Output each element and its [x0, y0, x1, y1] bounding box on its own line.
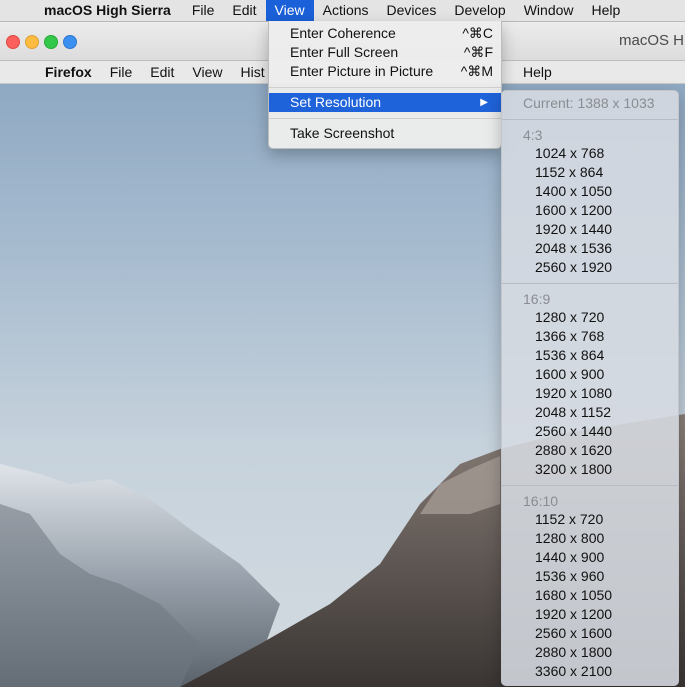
host-menubar: macOS High Sierra File Edit View Actions… — [0, 0, 685, 22]
close-button[interactable] — [6, 35, 20, 49]
host-menu-edit[interactable]: Edit — [223, 0, 265, 21]
resolution-option[interactable]: 1280 x 800 — [535, 529, 604, 548]
host-menu-window[interactable]: Window — [515, 0, 583, 21]
enter-full-screen-item[interactable]: Enter Full Screen ^⌘F — [269, 43, 501, 62]
resolution-option[interactable]: 1680 x 1050 — [535, 586, 612, 605]
guest-menu-file[interactable]: File — [101, 64, 142, 80]
resolution-option[interactable]: 2880 x 1620 — [535, 441, 612, 460]
resolution-option[interactable]: 1536 x 960 — [535, 567, 604, 586]
resolution-option[interactable]: 1920 x 1440 — [535, 220, 612, 239]
resolution-submenu: Current: 1388 x 1033 4:3 1024 x 768 1152… — [501, 90, 679, 686]
resolution-option[interactable]: 1440 x 900 — [535, 548, 604, 567]
menu-divider — [502, 283, 678, 284]
menu-divider — [502, 119, 678, 120]
take-screenshot-item[interactable]: Take Screenshot — [269, 124, 501, 143]
menu-item-label: Enter Picture in Picture — [290, 63, 434, 79]
coherence-button[interactable] — [63, 35, 77, 49]
resolution-option[interactable]: 3360 x 2100 — [535, 662, 612, 681]
guest-menu-help[interactable]: Help — [514, 64, 561, 80]
minimize-button[interactable] — [25, 35, 39, 49]
guest-menu-edit[interactable]: Edit — [141, 64, 183, 80]
menu-divider — [269, 118, 501, 119]
resolution-option[interactable]: 1024 x 768 — [535, 144, 604, 163]
resolution-option[interactable]: 3200 x 1800 — [535, 460, 612, 479]
host-menu-actions[interactable]: Actions — [314, 0, 378, 21]
guest-menu-view[interactable]: View — [183, 64, 231, 80]
set-resolution-item[interactable]: Set Resolution ▶ — [269, 93, 501, 112]
menu-item-shortcut: ^⌘F — [463, 44, 493, 60]
group-header-16-10: 16:10 — [523, 493, 559, 509]
resolution-option[interactable]: 2048 x 1536 — [535, 239, 612, 258]
guest-app-menu[interactable]: Firefox — [36, 64, 101, 80]
resolution-option[interactable]: 1152 x 864 — [535, 163, 603, 182]
resolution-option[interactable]: 1536 x 864 — [535, 346, 604, 365]
menu-item-label: Set Resolution — [290, 94, 382, 110]
resolution-option[interactable]: 2560 x 1600 — [535, 624, 612, 643]
view-menu: Enter Coherence ^⌘C Enter Full Screen ^⌘… — [268, 21, 502, 149]
enter-picture-in-picture-item[interactable]: Enter Picture in Picture ^⌘M — [269, 62, 501, 81]
resolution-option[interactable]: 1600 x 1200 — [535, 201, 612, 220]
resolution-option[interactable]: 1152 x 720 — [535, 510, 603, 529]
resolution-option[interactable]: 1400 x 1050 — [535, 182, 612, 201]
resolution-option[interactable]: 1920 x 1080 — [535, 384, 612, 403]
resolution-option[interactable]: 2880 x 1800 — [535, 643, 612, 662]
zoom-button[interactable] — [44, 35, 58, 49]
resolution-option[interactable]: 2560 x 1440 — [535, 422, 612, 441]
menu-item-label: Take Screenshot — [290, 125, 395, 141]
resolution-option[interactable]: 1920 x 1200 — [535, 605, 612, 624]
host-menu-develop[interactable]: Develop — [445, 0, 514, 21]
menu-item-shortcut: ^⌘M — [460, 63, 493, 79]
host-menu-file[interactable]: File — [183, 0, 224, 21]
menu-item-label: Enter Full Screen — [290, 44, 399, 60]
window-title: macOS H — [619, 32, 685, 49]
resolution-option[interactable]: 2048 x 1152 — [535, 403, 611, 422]
enter-coherence-item[interactable]: Enter Coherence ^⌘C — [269, 24, 501, 43]
host-menu-view[interactable]: View — [265, 0, 314, 21]
resolution-option[interactable]: 1600 x 900 — [535, 365, 604, 384]
group-header-16-9: 16:9 — [523, 291, 551, 307]
resolution-option[interactable]: 1366 x 768 — [535, 327, 604, 346]
host-menu-help[interactable]: Help — [583, 0, 630, 21]
menu-item-label: Enter Coherence — [290, 25, 396, 41]
resolution-option[interactable]: 1280 x 720 — [535, 308, 604, 327]
host-menu-devices[interactable]: Devices — [378, 0, 446, 21]
group-header-4-3: 4:3 — [523, 127, 543, 143]
menu-divider — [502, 485, 678, 486]
menu-divider — [269, 87, 501, 88]
submenu-arrow-icon: ▶ — [480, 97, 488, 108]
menu-item-shortcut: ^⌘C — [462, 25, 493, 41]
current-resolution: Current: 1388 x 1033 — [523, 95, 655, 111]
resolution-option[interactable]: 2560 x 1920 — [535, 258, 612, 277]
host-app-menu[interactable]: macOS High Sierra — [38, 0, 183, 21]
